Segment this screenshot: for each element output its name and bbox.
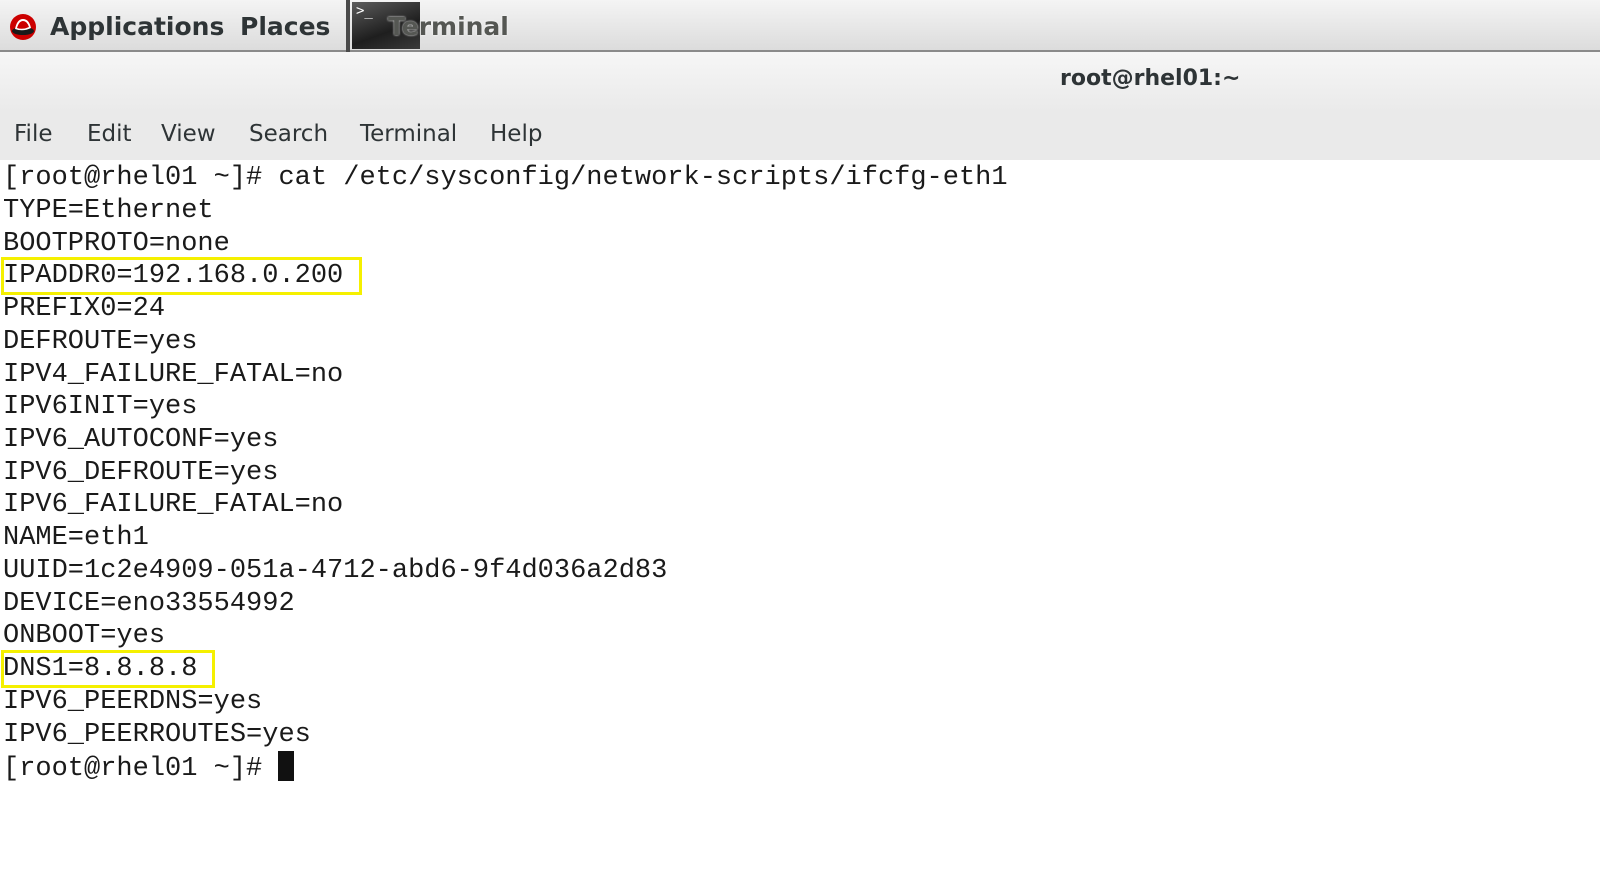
terminal-prompt-line: [root@rhel01 ~]# [3,751,295,784]
menu-edit[interactable]: Edit [87,121,132,147]
applications-menu[interactable]: Applications [50,0,224,52]
places-menu[interactable]: Places [240,0,330,52]
highlight-box-dns [1,650,215,688]
terminal-line: IPV6_PEERDNS=yes [3,687,263,717]
terminal-line: PREFIX0=24 [3,294,166,324]
menu-search[interactable]: Search [249,121,328,147]
menu-view[interactable]: View [161,121,216,147]
terminal-line: ONBOOT=yes [3,621,166,651]
terminal-prompt: [root@rhel01 ~]# [3,754,279,784]
menu-file[interactable]: File [14,121,53,147]
menu-terminal[interactable]: Terminal [360,121,457,147]
terminal-cursor [278,751,295,781]
terminal-line: TYPE=Ethernet [3,196,214,226]
terminal-line: IPV4_FAILURE_FATAL=no [3,360,344,390]
window-title-bar[interactable]: root@rhel01:~ [0,52,1600,112]
terminal-line: IPV6_AUTOCONF=yes [3,425,279,455]
terminal-line: IPV6_FAILURE_FATAL=no [3,490,344,520]
terminal-line: IPV6_DEFROUTE=yes [3,458,279,488]
terminal-line: IPV6INIT=yes [3,392,198,422]
terminal-line: UUID=1c2e4909-051a-4712-abd6-9f4d036a2d8… [3,556,668,586]
terminal-line: DEVICE=eno33554992 [3,589,295,619]
top-panel: Applications Places >_ Terminal [0,0,1600,52]
taskbar-terminal-button[interactable]: >_ Terminal [350,0,509,50]
window-title: root@rhel01:~ [1060,66,1241,91]
terminal-icon-glyph: >_ [356,3,373,19]
terminal-output[interactable]: [root@rhel01 ~]# cat /etc/sysconfig/netw… [0,160,1600,870]
terminal-line: NAME=eth1 [3,523,149,553]
terminal-line: IPV6_PEERROUTES=yes [3,720,311,750]
taskbar-terminal-label: Terminal [388,12,509,41]
terminal-line: DEFROUTE=yes [3,327,198,357]
menu-bar: File Edit View Search Terminal Help [0,112,1600,160]
menu-help[interactable]: Help [490,121,542,147]
highlight-box-ipaddr [1,257,362,295]
terminal-command-line: [root@rhel01 ~]# cat /etc/sysconfig/netw… [3,163,1008,193]
redhat-logo-icon[interactable] [9,13,37,41]
